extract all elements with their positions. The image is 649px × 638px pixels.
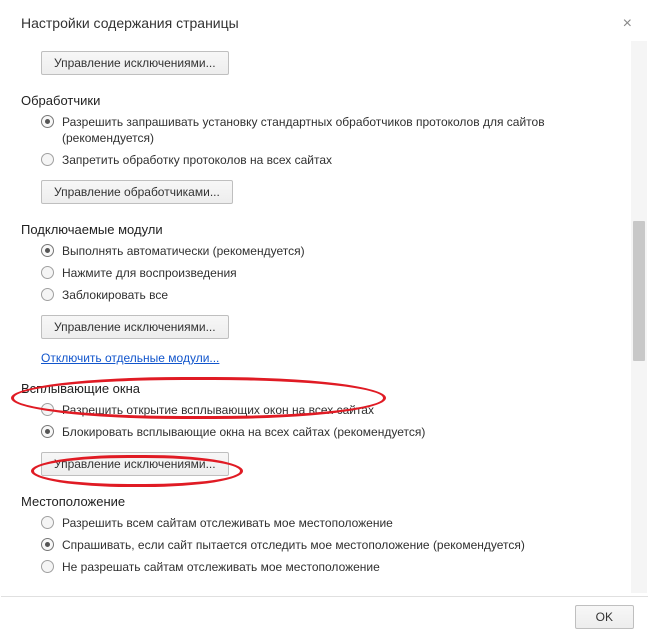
section-title-popups: Всплывающие окна bbox=[21, 381, 628, 396]
option-label: Заблокировать все bbox=[62, 287, 168, 303]
option-label: Разрешить запрашивать установку стандарт… bbox=[62, 114, 628, 146]
plugins-manage-exceptions-button[interactable]: Управление исключениями... bbox=[41, 315, 229, 339]
section-title-location: Местоположение bbox=[21, 494, 628, 509]
radio-icon bbox=[41, 288, 54, 301]
scrollbar[interactable] bbox=[631, 41, 647, 593]
location-allow-option[interactable]: Разрешить всем сайтам отслеживать мое ме… bbox=[41, 515, 628, 531]
option-label: Нажмите для воспроизведения bbox=[62, 265, 237, 281]
section-title-handlers: Обработчики bbox=[21, 93, 628, 108]
option-label: Разрешить всем сайтам отслеживать мое ме… bbox=[62, 515, 393, 531]
ok-button[interactable]: OK bbox=[575, 605, 634, 629]
plugins-auto-option[interactable]: Выполнять автоматически (рекомендуется) bbox=[41, 243, 628, 259]
option-label: Запретить обработку протоколов на всех с… bbox=[62, 152, 332, 168]
option-label: Не разрешать сайтам отслеживать мое мест… bbox=[62, 559, 380, 575]
radio-icon bbox=[41, 244, 54, 257]
popups-allow-option[interactable]: Разрешить открытие всплывающих окон на в… bbox=[41, 402, 628, 418]
close-icon[interactable]: × bbox=[623, 15, 632, 33]
handlers-allow-option[interactable]: Разрешить запрашивать установку стандарт… bbox=[41, 114, 628, 146]
option-label: Разрешить открытие всплывающих окон на в… bbox=[62, 402, 374, 418]
option-label: Спрашивать, если сайт пытается отследить… bbox=[62, 537, 525, 553]
scrollbar-thumb[interactable] bbox=[633, 221, 645, 361]
radio-icon bbox=[41, 560, 54, 573]
dialog-header: Настройки содержания страницы × bbox=[1, 1, 648, 33]
radio-icon bbox=[41, 538, 54, 551]
option-label: Блокировать всплывающие окна на всех сай… bbox=[62, 424, 425, 440]
location-ask-option[interactable]: Спрашивать, если сайт пытается отследить… bbox=[41, 537, 628, 553]
plugins-block-option[interactable]: Заблокировать все bbox=[41, 287, 628, 303]
popups-manage-exceptions-button[interactable]: Управление исключениями... bbox=[41, 452, 229, 476]
plugins-click-option[interactable]: Нажмите для воспроизведения bbox=[41, 265, 628, 281]
radio-icon bbox=[41, 115, 54, 128]
option-label: Выполнять автоматически (рекомендуется) bbox=[62, 243, 305, 259]
radio-icon bbox=[41, 403, 54, 416]
handlers-deny-option[interactable]: Запретить обработку протоколов на всех с… bbox=[41, 152, 628, 168]
radio-icon bbox=[41, 516, 54, 529]
section-title-plugins: Подключаемые модули bbox=[21, 222, 628, 237]
radio-icon bbox=[41, 425, 54, 438]
dialog-footer: OK bbox=[1, 596, 648, 637]
popups-block-option[interactable]: Блокировать всплывающие окна на всех сай… bbox=[41, 424, 628, 440]
manage-exceptions-top-button[interactable]: Управление исключениями... bbox=[41, 51, 229, 75]
manage-handlers-button[interactable]: Управление обработчиками... bbox=[41, 180, 233, 204]
radio-icon bbox=[41, 153, 54, 166]
dialog-title: Настройки содержания страницы bbox=[21, 15, 239, 31]
location-deny-option[interactable]: Не разрешать сайтам отслеживать мое мест… bbox=[41, 559, 628, 575]
radio-icon bbox=[41, 266, 54, 279]
content-settings-dialog: Настройки содержания страницы × Управлен… bbox=[0, 0, 649, 638]
disable-plugins-link[interactable]: Отключить отдельные модули... bbox=[41, 351, 219, 365]
dialog-content: Управление исключениями... Обработчики Р… bbox=[1, 33, 648, 591]
